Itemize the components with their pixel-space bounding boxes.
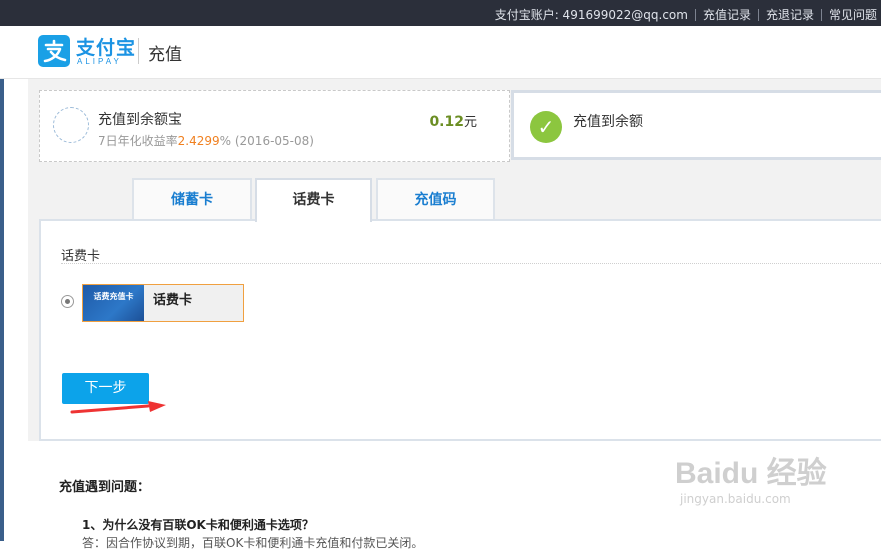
divider bbox=[820, 8, 822, 21]
amount-value: 0.12 bbox=[429, 114, 464, 130]
tab-debit-card[interactable]: 储蓄卡 bbox=[132, 178, 252, 220]
tab-phone-card[interactable]: 话费卡 bbox=[255, 178, 372, 222]
watermark: Baidu 经验 jingyan.baidu.com bbox=[675, 448, 827, 506]
tab-recharge-code[interactable]: 充值码 bbox=[376, 178, 495, 220]
rate-date: % (2016-05-08) bbox=[219, 134, 314, 148]
balance-title: 充值到余额 bbox=[573, 114, 643, 130]
amount-unit: 元 bbox=[463, 115, 477, 130]
section-divider bbox=[61, 263, 881, 264]
yeb-option[interactable]: 充值到余额宝 7日年化收益率2.4299% (2016-05-08) 0.12元 bbox=[39, 90, 510, 162]
faq-link[interactable]: 常见问题 bbox=[829, 6, 877, 23]
rate-label: 7日年化收益率 bbox=[98, 134, 178, 148]
logo-subtext: ALIPAY bbox=[77, 57, 122, 66]
balance-option[interactable]: ✓ 充值到余额 bbox=[511, 90, 881, 160]
section-label: 话费卡 bbox=[61, 249, 101, 264]
check-icon: ✓ bbox=[530, 111, 562, 143]
alipay-logo-icon[interactable] bbox=[38, 35, 70, 67]
yeb-amount: 0.12元 bbox=[429, 111, 477, 130]
yeb-title: 充值到余额宝 bbox=[98, 112, 182, 128]
phone-card-image: 话费充值卡 bbox=[83, 285, 144, 321]
phone-card-option[interactable]: 话费充值卡 话费卡 bbox=[82, 284, 244, 322]
page-title: 充值 bbox=[148, 45, 182, 65]
faq-answer: 答：因合作协议到期，百联OK卡和便利通卡充值和付款已关闭。 bbox=[82, 536, 424, 550]
divider bbox=[138, 38, 139, 64]
divider bbox=[757, 8, 759, 21]
yeb-rate-text: 7日年化收益率2.4299% (2016-05-08) bbox=[98, 132, 314, 149]
watermark-text: Baidu 经验 bbox=[675, 457, 827, 490]
logo-text: 支付宝 bbox=[76, 37, 137, 59]
top-bar: 支付宝账户: 491699022@qq.com 充值记录 充退记录 常见问题 bbox=[0, 0, 881, 26]
faq-title: 充值遇到问题： bbox=[59, 480, 151, 495]
card-radio[interactable] bbox=[61, 295, 74, 308]
watermark-url: jingyan.baidu.com bbox=[680, 492, 791, 506]
divider bbox=[694, 8, 696, 21]
rate-value: 2.4299 bbox=[177, 134, 220, 148]
refund-record-link[interactable]: 充退记录 bbox=[766, 6, 814, 23]
account-label: 支付宝账户: 491699022@qq.com bbox=[494, 8, 688, 22]
faq-question: 1、为什么没有百联OK卡和便利通卡选项？ bbox=[82, 518, 314, 532]
desktop-edge bbox=[0, 0, 4, 541]
header: 支付宝 ALIPAY 充值 bbox=[0, 26, 881, 79]
recharge-record-link[interactable]: 充值记录 bbox=[703, 6, 751, 23]
card-name: 话费卡 bbox=[153, 293, 193, 308]
red-arrow-icon bbox=[70, 401, 166, 414]
radio-circle-icon bbox=[53, 107, 89, 143]
